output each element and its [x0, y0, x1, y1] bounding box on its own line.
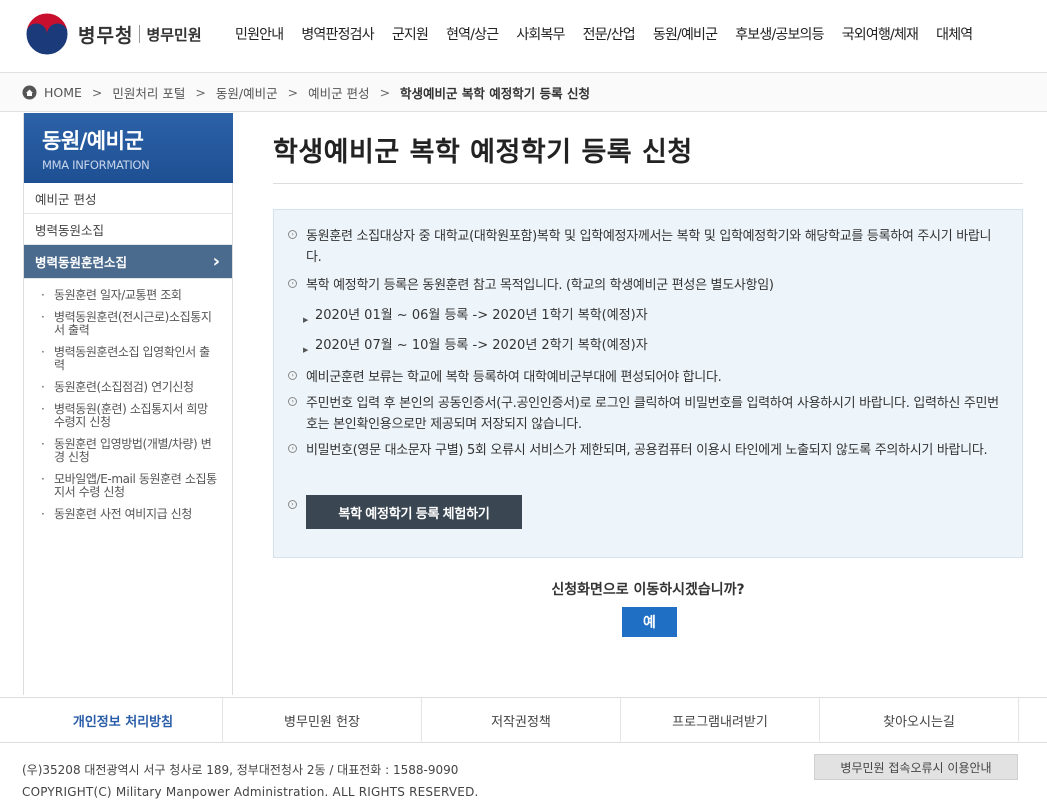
sidebar: 동원/예비군 MMA INFORMATION 예비군 편성 병력동원소집 병력동…: [23, 113, 233, 695]
breadcrumb-item[interactable]: 예비군 편성: [308, 83, 369, 102]
nav-item-alternative[interactable]: 대체역: [927, 24, 981, 44]
footer-link-download[interactable]: 프로그램내려받기: [621, 698, 820, 743]
nav-item-civil-guide[interactable]: 민원안내: [226, 24, 292, 44]
notice-item: › 예비군훈련 보류는 학교에 복학 등록하여 대학예비군부대에 편성되어야 합…: [288, 367, 1008, 388]
breadcrumb-separator: >: [195, 84, 206, 100]
sidebar-submenu: 동원훈련 일자/교통편 조회 병력동원훈련(전시근로)소집통지서 출력 병력동원…: [24, 279, 232, 522]
logo-subtitle: 병무민원: [146, 25, 202, 44]
footer-link-privacy[interactable]: 개인정보 처리방침: [24, 698, 223, 743]
notice-item: › 주민번호 입력 후 본인의 공동인증서(구.공인인증서)로 로그인 클릭하여…: [288, 393, 1000, 435]
experience-registration-button[interactable]: 복학 예정학기 등록 체험하기: [306, 495, 522, 529]
logo-divider: [139, 25, 141, 43]
footer-copyright: COPYRIGHT(C) Military Manpower Administr…: [22, 785, 479, 799]
breadcrumb-separator: >: [379, 84, 391, 100]
nav-item-reserve[interactable]: 동원/예비군: [644, 24, 726, 44]
chevron-right-icon: ›: [212, 251, 220, 272]
breadcrumb: HOME > 민원처리 포털 > 동원/예비군 > 예비군 편성 > 학생예비군…: [0, 73, 1047, 112]
home-icon[interactable]: [22, 85, 37, 100]
sidebar-subitem[interactable]: 모바일앱/E-mail 동원훈련 소집통지서 수령 신청: [38, 473, 218, 499]
breadcrumb-separator: >: [91, 84, 103, 100]
nav-item-military-exam[interactable]: 병역판정검사: [292, 24, 382, 44]
notice-text: 복학 예정학기 등록은 동원훈련 참고 목적입니다. (학교의 학생예비군 편성…: [306, 278, 774, 293]
notice-subitem: ▶ 2020년 01월 ~ 06월 등록 -> 2020년 1학기 복학(예정)…: [288, 305, 1008, 326]
notice-text: 주민번호 입력 후 본인의 공동인증서(구.공인인증서)로 로그인 클릭하여 비…: [306, 396, 999, 432]
sidebar-subitem[interactable]: 동원훈련 입영방법(개별/차량) 변경 신청: [38, 438, 218, 464]
bullet-icon: ›: [288, 444, 297, 453]
breadcrumb-item[interactable]: 민원처리 포털: [112, 83, 185, 102]
sidebar-subitem[interactable]: 병력동원훈련(전시근로)소집통지서 출력: [38, 311, 218, 337]
sidebar-header: 동원/예비군 MMA INFORMATION: [24, 113, 233, 183]
yes-button[interactable]: 예: [622, 607, 677, 637]
nav-item-candidates[interactable]: 후보생/공보의등: [726, 24, 832, 44]
notice-subtext: 2020년 01월 ~ 06월 등록 -> 2020년 1학기 복학(예정)자: [315, 308, 648, 323]
footer-link-directions[interactable]: 찾아오시는길: [820, 698, 1019, 743]
sidebar-item-mobilization[interactable]: 병력동원소집: [24, 214, 232, 245]
main-navigation: 민원안내 병역판정검사 군지원 현역/상근 사회복무 전문/산업 동원/예비군 …: [226, 24, 981, 44]
nav-item-overseas[interactable]: 국외여행/체재: [833, 24, 927, 44]
nav-item-social-service[interactable]: 사회복무: [507, 24, 573, 44]
triangle-icon: ▶: [303, 316, 309, 324]
breadcrumb-separator: >: [287, 84, 299, 100]
sidebar-item-mobilization-training[interactable]: 병력동원훈련소집 ›: [24, 245, 232, 279]
notice-subitem: ▶ 2020년 07월 ~ 10월 등록 -> 2020년 2학기 복학(예정)…: [288, 335, 1008, 356]
sidebar-item-label: 병력동원훈련소집: [35, 255, 128, 270]
triangle-icon: ▶: [303, 346, 309, 354]
logo-text: 병무청: [78, 24, 134, 47]
notice-item: › 복학 예정학기 등록은 동원훈련 참고 목적입니다. (학교의 학생예비군 …: [288, 275, 1008, 296]
notice-text: 예비군훈련 보류는 학교에 복학 등록하여 대학예비군부대에 편성되어야 합니다…: [306, 370, 722, 385]
sidebar-title: 동원/예비군: [42, 129, 144, 153]
title-divider: [273, 183, 1023, 184]
sidebar-subitem[interactable]: 병력동원훈련소집 입영확인서 출력: [38, 346, 218, 372]
notice-box: › 동원훈련 소집대상자 중 대학교(대학원포함)복학 및 입학예정자께서는 복…: [273, 209, 1023, 558]
taegeuk-logo-icon: [25, 12, 69, 56]
notice-item: › 동원훈련 소집대상자 중 대학교(대학원포함)복학 및 입학예정자께서는 복…: [288, 226, 1000, 268]
breadcrumb-item[interactable]: 동원/예비군: [216, 83, 278, 102]
notice-text: 비밀번호(영문 대소문자 구별) 5회 오류시 서비스가 제한되며, 공용컴퓨터…: [306, 443, 988, 458]
notice-item: › 비밀번호(영문 대소문자 구별) 5회 오류시 서비스가 제한되며, 공용컴…: [288, 440, 1000, 461]
sidebar-subitem[interactable]: 동원훈련 사전 여비지급 신청: [38, 508, 218, 522]
breadcrumb-home[interactable]: HOME: [44, 85, 82, 100]
site-logo[interactable]: 병무청 병무민원: [24, 11, 224, 57]
sidebar-subitem[interactable]: 동원훈련(소집점검) 연기신청: [38, 381, 218, 395]
nav-item-enlistment[interactable]: 군지원: [383, 24, 437, 44]
footer-address: (우)35208 대전광역시 서구 청사로 189, 정부대전청사 2동 / 대…: [22, 763, 459, 777]
footer-link-charter[interactable]: 병무민원 헌장: [223, 698, 422, 743]
bullet-icon: ›: [288, 397, 297, 406]
sidebar-menu: 예비군 편성 병력동원소집 병력동원훈련소집 ›: [24, 183, 232, 279]
sidebar-item-reserve-organize[interactable]: 예비군 편성: [24, 183, 232, 214]
footer-link-copyright[interactable]: 저작권정책: [422, 698, 621, 743]
footer-links: 개인정보 처리방침 병무민원 헌장 저작권정책 프로그램내려받기 찾아오시는길: [0, 697, 1047, 743]
sidebar-subtitle: MMA INFORMATION: [42, 158, 150, 172]
notice-subtext: 2020년 07월 ~ 10월 등록 -> 2020년 2학기 복학(예정)자: [315, 338, 648, 353]
confirm-question: 신청화면으로 이동하시겠습니까?: [551, 582, 745, 598]
bullet-icon: ›: [288, 230, 297, 239]
bullet-icon: ›: [288, 500, 297, 509]
error-guide-button[interactable]: 병무민원 접속오류시 이용안내: [814, 754, 1018, 780]
nav-item-professional[interactable]: 전문/산업: [574, 24, 644, 44]
sidebar-subitem[interactable]: 병력동원(훈련) 소집통지서 희망수령지 신청: [38, 403, 218, 429]
page-title: 학생예비군 복학 예정학기 등록 신청: [273, 137, 693, 168]
bullet-icon: ›: [288, 279, 297, 288]
breadcrumb-current: 학생예비군 복학 예정학기 등록 신청: [400, 85, 590, 101]
site-header: 병무청 병무민원 민원안내 병역판정검사 군지원 현역/상근 사회복무 전문/산…: [0, 0, 1047, 73]
sidebar-subitem[interactable]: 동원훈련 일자/교통편 조회: [38, 289, 218, 303]
nav-item-active-duty[interactable]: 현역/상근: [437, 24, 507, 44]
notice-text: 동원훈련 소집대상자 중 대학교(대학원포함)복학 및 입학예정자께서는 복학 …: [306, 229, 992, 265]
bullet-icon: ›: [288, 371, 297, 380]
